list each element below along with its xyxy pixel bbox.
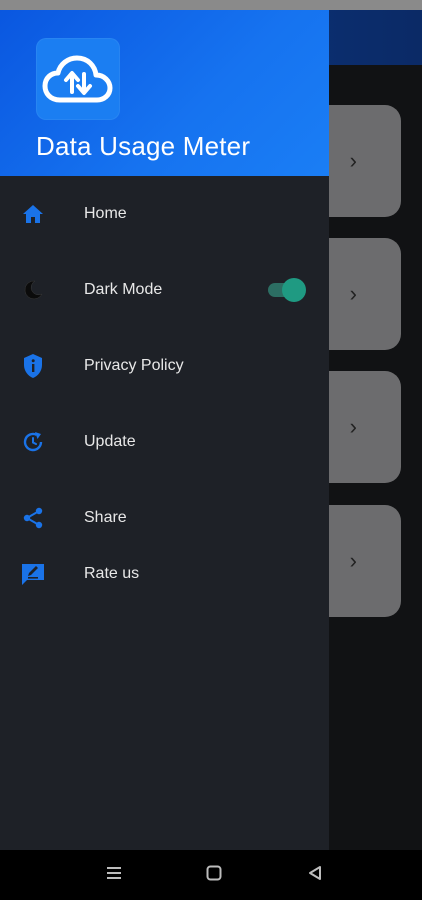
- share-icon: [20, 505, 46, 531]
- system-nav-bar: [0, 850, 422, 900]
- drawer-item-privacy-policy[interactable]: Privacy Policy: [0, 338, 329, 394]
- drawer-item-label: Share: [84, 509, 127, 526]
- home-icon: [20, 201, 46, 227]
- drawer-item-dark-mode[interactable]: Dark Mode: [0, 262, 329, 318]
- app-title: Data Usage Meter: [36, 131, 251, 161]
- drawer-header: Data Usage Meter: [0, 10, 329, 176]
- drawer-item-label: Rate us: [84, 565, 140, 582]
- dark-mode-toggle[interactable]: [268, 278, 306, 302]
- back-triangle-icon: [306, 864, 324, 887]
- navigation-drawer: Data Usage Meter Home Dark Mode Privacy …: [0, 10, 329, 850]
- recent-apps-button[interactable]: [89, 850, 139, 900]
- home-nav-button[interactable]: [189, 850, 239, 900]
- drawer-item-rate-us[interactable]: Rate us: [0, 546, 329, 602]
- chevron-right-icon: ›: [349, 148, 357, 173]
- chevron-right-icon: ›: [349, 414, 357, 439]
- moon-icon: [20, 277, 46, 303]
- cloud-upload-download-icon: [42, 55, 113, 103]
- toggle-knob: [282, 278, 306, 302]
- menu-icon: [105, 865, 123, 886]
- status-bar: [0, 0, 422, 10]
- drawer-item-label: Home: [84, 205, 127, 222]
- app-logo: [36, 38, 120, 120]
- refresh-icon: [20, 429, 46, 455]
- drawer-item-label: Update: [84, 433, 136, 450]
- shield-info-icon: [20, 353, 46, 379]
- back-nav-button[interactable]: [290, 850, 340, 900]
- screen: › › › › Data Usage Meter Home Dark Mode …: [0, 0, 422, 900]
- drawer-item-label: Privacy Policy: [84, 357, 184, 374]
- feedback-icon: [20, 561, 46, 587]
- chevron-right-icon: ›: [349, 281, 357, 306]
- home-square-icon: [205, 864, 223, 887]
- drawer-item-label: Dark Mode: [84, 281, 163, 298]
- drawer-item-home[interactable]: Home: [0, 186, 329, 242]
- drawer-item-share[interactable]: Share: [0, 490, 329, 546]
- drawer-item-update[interactable]: Update: [0, 414, 329, 470]
- chevron-right-icon: ›: [349, 548, 357, 573]
